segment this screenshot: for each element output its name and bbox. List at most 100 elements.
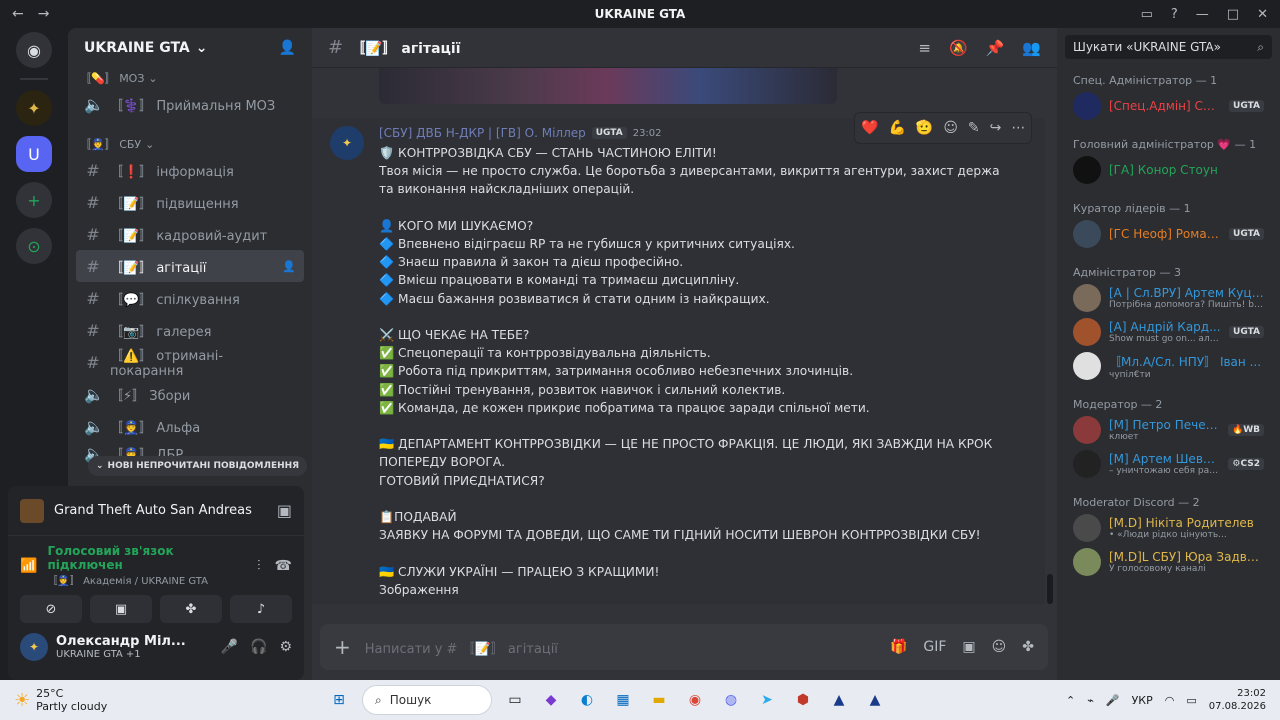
threads-icon[interactable]: ≡ (918, 39, 931, 57)
chrome-icon[interactable]: ◉ (682, 687, 708, 713)
store-bag-icon[interactable]: ▦ (610, 687, 636, 713)
author-name[interactable]: [СБУ] ДВБ Н-ДКР | [ГВ] О. Міллер (379, 126, 586, 140)
channel-item[interactable]: 🔈 〚👮〛 Альфа (76, 410, 304, 442)
start-icon[interactable]: ⊞ (326, 687, 352, 713)
members-icon[interactable]: 👥 (1022, 39, 1041, 57)
scrollbar[interactable] (1047, 574, 1053, 604)
noise-suppression-icon[interactable]: ⫶ (257, 558, 261, 574)
channel-item[interactable]: # 〚📷〛 галерея (76, 314, 304, 346)
minimize-icon[interactable]: — (1196, 7, 1209, 22)
category-moz[interactable]: 〚💊〛 МОЗ ⌄ (68, 68, 312, 88)
signal-icon[interactable]: 📶 (20, 558, 37, 574)
channel-item[interactable]: 🔈 〚⚡〛 Збори (76, 378, 304, 410)
notifications-muted-icon[interactable]: 🔕 (949, 39, 968, 57)
channel-item[interactable]: # 〚💬〛 спілкування (76, 282, 304, 314)
member-item[interactable]: [ГА] Конор Стоун (1065, 153, 1272, 187)
mic-icon[interactable]: 🎤 (1106, 694, 1120, 707)
gif-icon[interactable]: GIF (923, 639, 946, 655)
message-line: 👤 КОГО МИ ШУКАЄМО? (379, 218, 534, 233)
microphone-icon[interactable]: 🎤 (221, 639, 238, 655)
avatar[interactable]: ✦ (330, 126, 364, 160)
disconnect-icon[interactable]: ☎ (275, 558, 292, 574)
explore-icon[interactable]: ⊙ (16, 228, 52, 264)
member-item[interactable]: [M] Артем Шевче... – уничтожаю себя ради … (1065, 447, 1272, 481)
help-icon[interactable]: ? (1171, 7, 1178, 22)
member-item[interactable]: [M] Петро Печерн...клюет 🔥WB (1065, 413, 1272, 447)
telegram-icon[interactable]: ➤ (754, 687, 780, 713)
member-item[interactable]: [M.D]L СБУ] Юра Задвер... У голосовому ка… (1065, 545, 1272, 579)
muscle-reaction-icon[interactable]: 💪 (888, 120, 905, 136)
member-list: Шукати «UKRAINE GTA» ⌕ Спец. Адміністрат… (1057, 28, 1280, 680)
forward-icon[interactable]: ↪ (990, 120, 1002, 136)
guild-ukraine-gta-icon[interactable]: U (16, 136, 52, 172)
add-member-icon[interactable]: 👤 (282, 260, 296, 273)
channel-item[interactable]: # 〚📝〛 підвищення (76, 186, 304, 218)
heart-reaction-icon[interactable]: ❤️ (861, 120, 878, 136)
member-item[interactable]: [A | Сл.ВРУ] Артем Куций Потрібна допомог… (1065, 281, 1272, 315)
game-launcher-icon[interactable]: ▲ (862, 687, 888, 713)
new-unread-button[interactable]: ⌄ НОВІ НЕПРОЧИТАНІ ПОВІДОМЛЕННЯ (88, 456, 308, 476)
add-server-icon[interactable]: + (16, 182, 52, 218)
wifi-icon[interactable]: ◠ (1165, 694, 1175, 707)
more-icon[interactable]: ⋯ (1011, 120, 1025, 136)
guild-emblem-icon[interactable]: ✦ (16, 90, 52, 126)
guild-header[interactable]: UKRAINE GTA ⌄ 👤 (68, 28, 312, 68)
screen-share-icon[interactable]: ▣ (277, 501, 292, 520)
attach-plus-icon[interactable]: + (334, 635, 351, 659)
language-indicator[interactable]: УКР (1132, 694, 1153, 707)
discord-taskbar-icon[interactable]: ◍ (718, 687, 744, 713)
member-item[interactable]: [Спец.Адмін] Се... UGTA (1065, 89, 1272, 123)
soundboard-button[interactable]: ♪ (230, 595, 292, 623)
gear-icon[interactable]: ⚙ (279, 639, 292, 655)
forward-arrow-icon[interactable]: → (38, 6, 50, 22)
channel-item[interactable]: 🔈 〚⚕️〛 Приймальня МОЗ (76, 88, 304, 120)
clock[interactable]: 23:02 07.08.2026 (1209, 687, 1266, 713)
app-icon[interactable]: ⬢ (790, 687, 816, 713)
game-launcher-icon[interactable]: ▲ (826, 687, 852, 713)
channel-item[interactable]: # 〚📝〛 кадровий-аудит (76, 218, 304, 250)
channel-item[interactable]: # 〚⚠️〛 отримані-покарання (76, 346, 304, 379)
message-input[interactable]: Написати у # 〚📝〛 агітації (365, 638, 558, 657)
invite-people-icon[interactable]: 👤 (279, 40, 296, 56)
member-item[interactable]: [M.D] Нікіта Родителев • «Люди рідко ціну… (1065, 511, 1272, 545)
edit-icon[interactable]: ✎ (968, 120, 980, 136)
folder-icon[interactable]: ▬ (646, 687, 672, 713)
voice-location[interactable]: 〚👮〛 Академія / UKRAINE GTA (47, 572, 247, 587)
inbox-icon[interactable]: ▭ (1141, 7, 1153, 22)
category-sbu[interactable]: 〚👮〛 СБУ ⌄ (68, 134, 312, 154)
camera-off-button[interactable]: ⊘ (20, 595, 82, 623)
search-input[interactable]: Шукати «UKRAINE GTA» ⌕ (1065, 35, 1272, 59)
weather-desc: Partly cloudy (36, 700, 108, 713)
add-reaction-icon[interactable]: ☺ (943, 120, 958, 136)
salute-reaction-icon[interactable]: 🫡 (916, 120, 933, 136)
apps-icon[interactable]: ✤ (1022, 639, 1034, 655)
battery-icon[interactable]: ▭ (1186, 694, 1196, 707)
member-item[interactable]: [A] Андрій Кард... Show must go on... але… (1065, 315, 1272, 349)
sticker-icon[interactable]: ▣ (962, 639, 975, 655)
voice-status-text[interactable]: Голосовий зв'язок підключен (47, 544, 247, 572)
headphones-icon[interactable]: 🎧 (250, 639, 267, 655)
activities-button[interactable]: ✤ (160, 595, 222, 623)
gift-icon[interactable]: 🎁 (890, 639, 907, 655)
member-item[interactable]: 〚Мл.А/Сл. НПУ〛 Іван ... чупіл€ти (1065, 349, 1272, 383)
task-view-icon[interactable]: ▭ (502, 687, 528, 713)
weather-widget[interactable]: ☀ 25°C Partly cloudy (0, 687, 230, 713)
channel-item-selected[interactable]: # 〚📝〛 агітації 👤 (76, 250, 304, 282)
user-name[interactable]: Олександр Міл... (56, 634, 186, 649)
close-icon[interactable]: ✕ (1257, 7, 1268, 22)
taskbar-search[interactable]: ⌕ Пошук (362, 685, 492, 715)
avatar[interactable]: ✦ (20, 633, 48, 661)
emoji-icon[interactable]: ☺ (992, 639, 1007, 655)
discord-home-icon[interactable]: ◉ (16, 32, 52, 68)
chevron-up-icon[interactable]: ⌃ (1066, 694, 1075, 707)
member-item[interactable]: [ГС Неоф] Рома ... UGTA (1065, 217, 1272, 251)
channel-item[interactable]: # 〚❗〛 інформація (76, 154, 304, 186)
maximize-icon[interactable]: □ (1227, 7, 1239, 22)
pin-icon[interactable]: 📌 (986, 39, 1005, 57)
network-icon[interactable]: ⌁ (1087, 694, 1094, 707)
attachment-image[interactable] (379, 68, 837, 104)
share-screen-button[interactable]: ▣ (90, 595, 152, 623)
store-icon[interactable]: ◆ (538, 687, 564, 713)
edge-icon[interactable]: ◐ (574, 687, 600, 713)
back-arrow-icon[interactable]: ← (12, 6, 24, 22)
